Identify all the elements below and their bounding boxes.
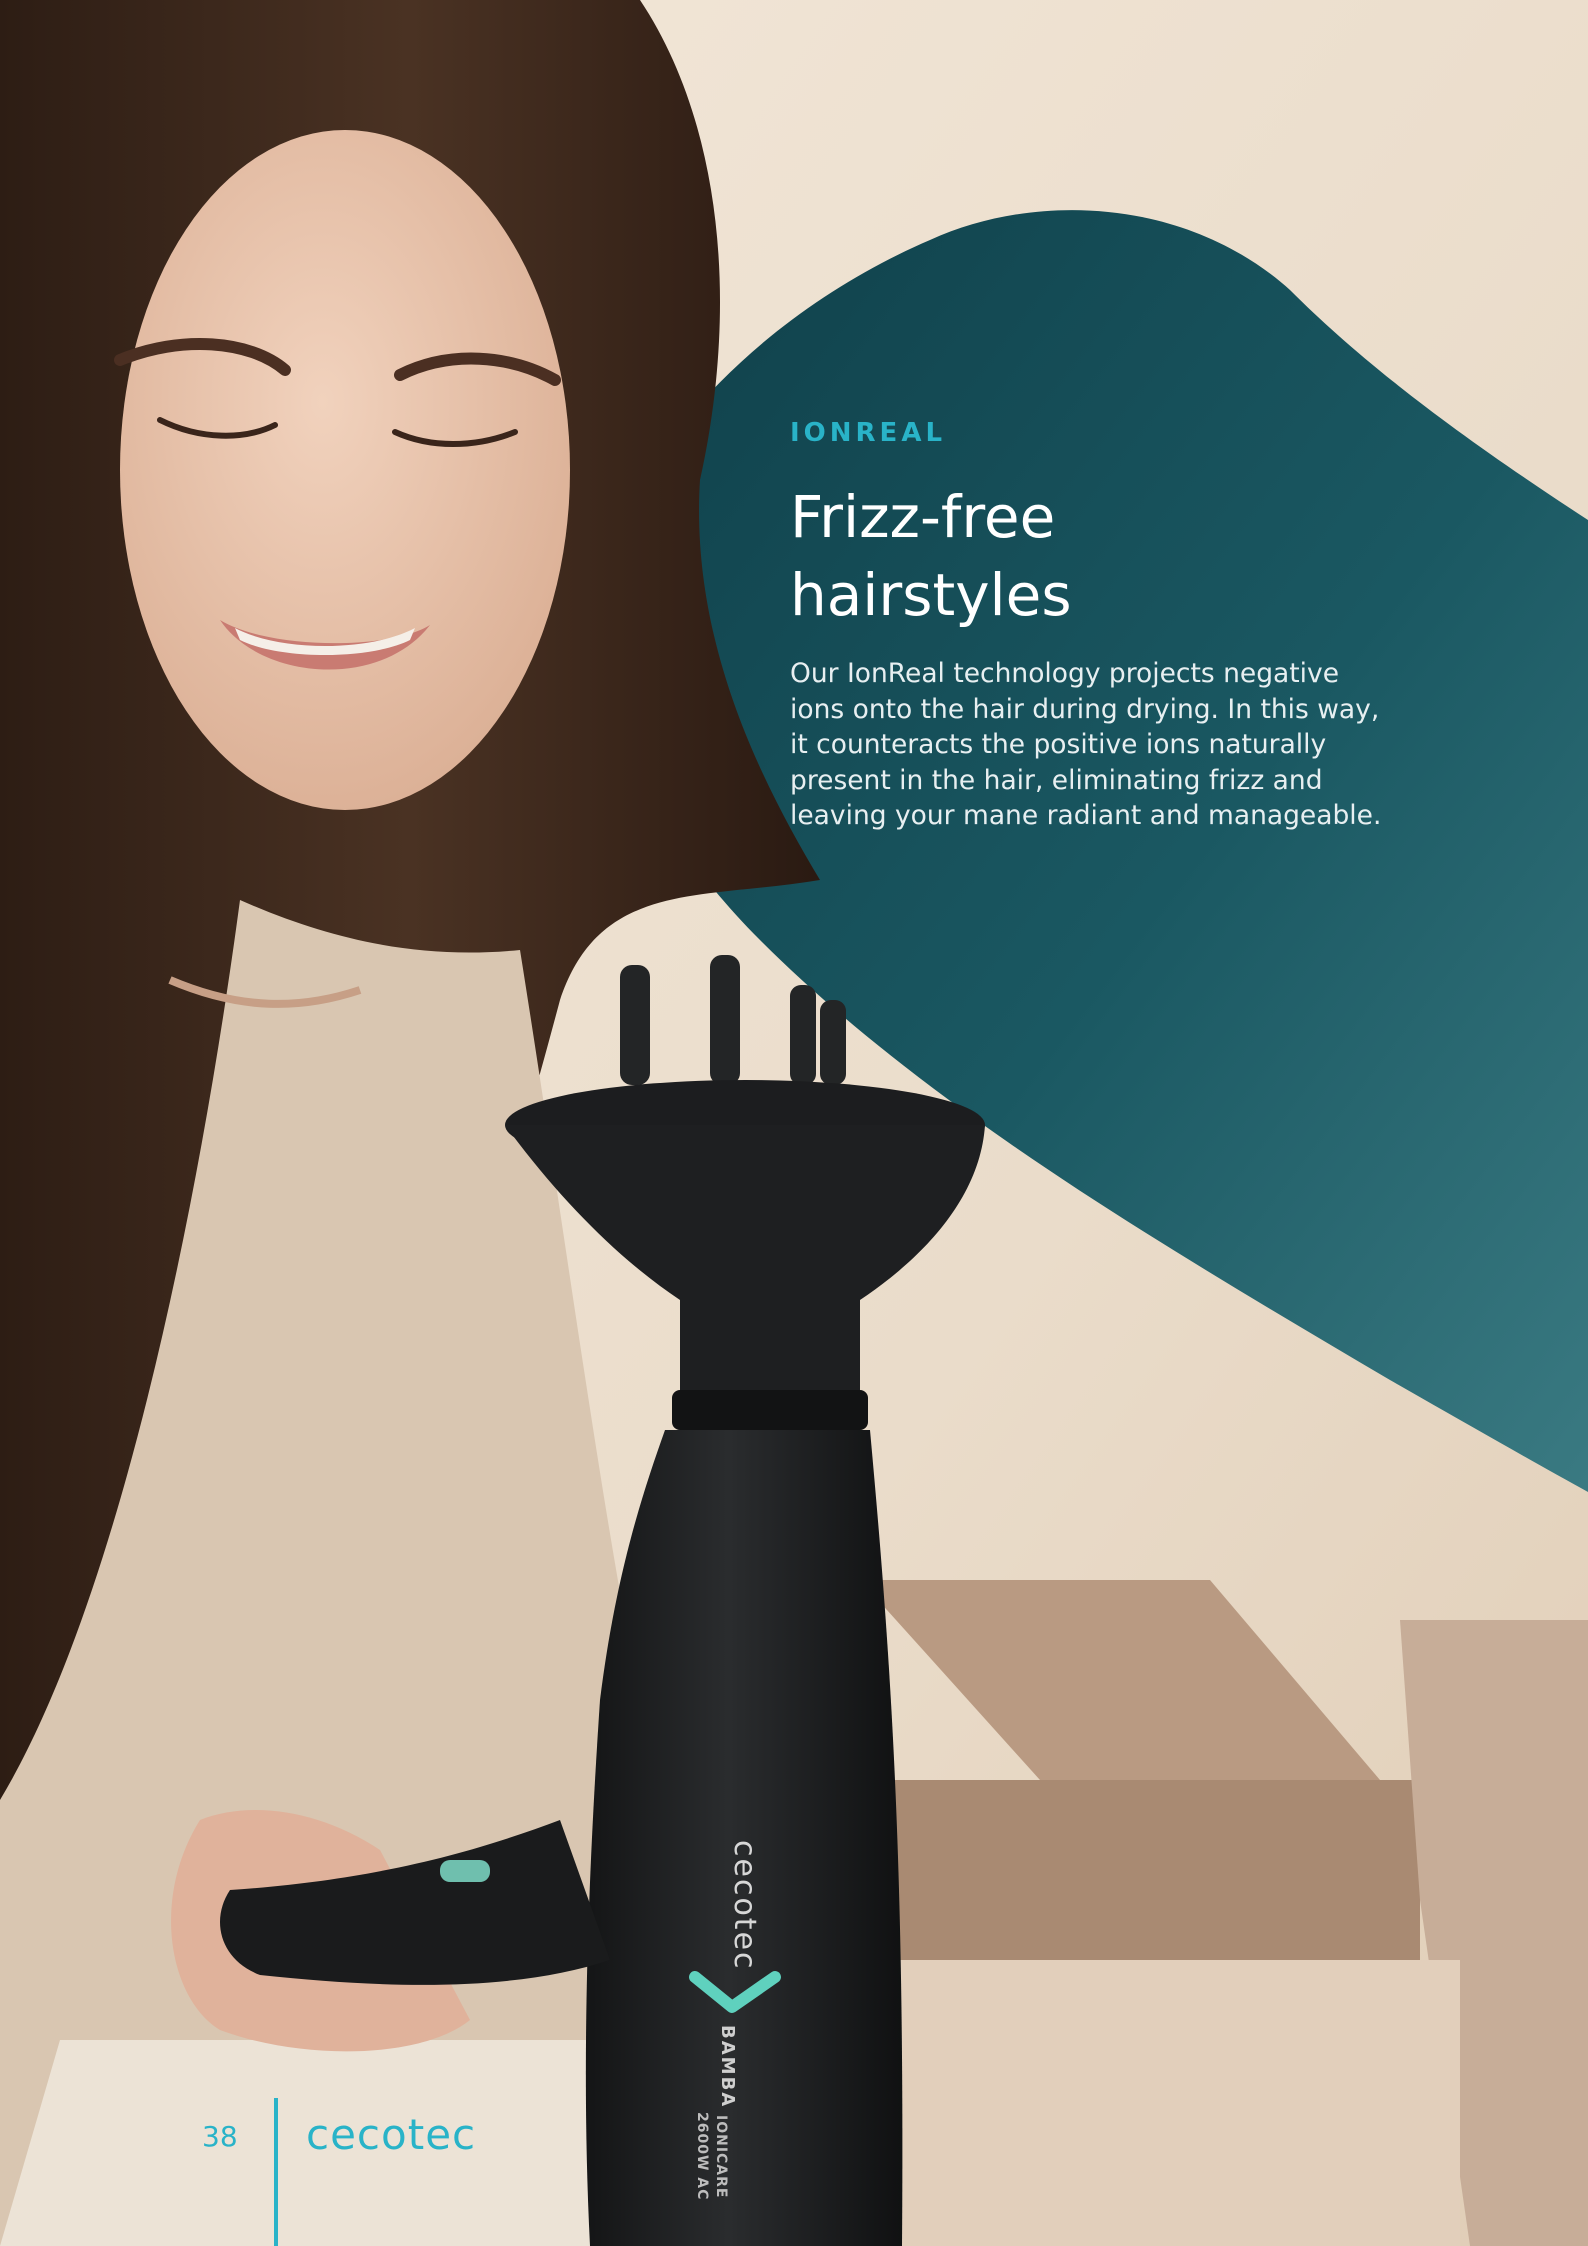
photo-scene: cecotec BAMBA IONICARE 2600W AC [0,0,1588,2246]
description-line: present in the hair, eliminating frizz a… [790,764,1323,796]
section-kicker: IONREAL [790,418,947,448]
dryer-line: IONICARE [713,2115,729,2199]
shelf [860,1580,1588,2246]
title-line-2: hairstyles [790,561,1072,629]
description-line: it counteracts the positive ions natural… [790,729,1327,760]
dryer-model: BAMBA [717,2025,738,2108]
footer-divider [274,2098,278,2246]
brand-logo: cecotec [306,2110,477,2159]
catalog-page: cecotec BAMBA IONICARE 2600W AC IONREAL … [0,0,1588,2246]
title-line-1: Frizz-free [790,483,1056,551]
description-line: leaving your mane radiant and manageable… [790,800,1382,831]
dryer-brand: cecotec [727,1840,762,1971]
feature-description: Our IonReal technology projects negative… [790,656,1470,834]
dryer-spec: 2600W AC [694,2112,710,2200]
description-line: ions onto the hair during drying. In thi… [790,693,1380,725]
page-number: 38 [202,2120,238,2153]
description-line: Our IonReal technology projects negative [790,658,1340,689]
page-title: Frizz-free hairstyles [790,478,1310,634]
